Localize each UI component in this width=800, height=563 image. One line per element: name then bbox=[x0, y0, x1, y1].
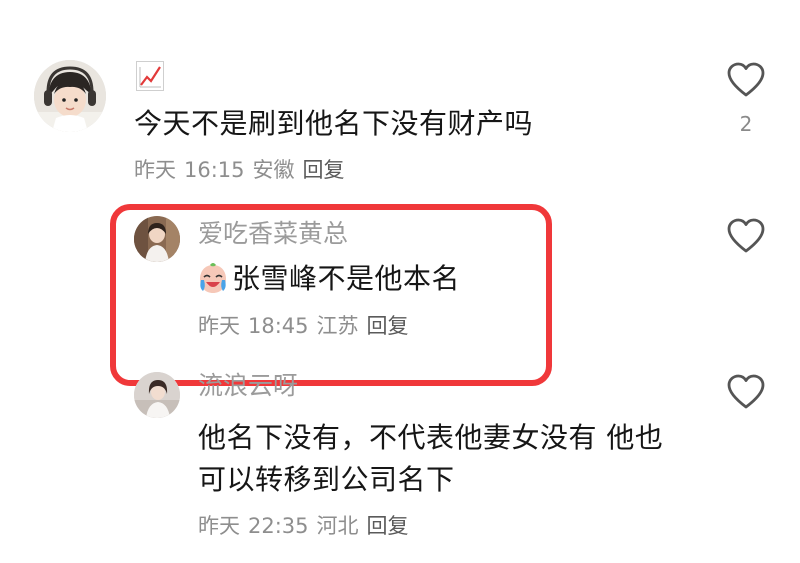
username[interactable]: 流浪云呀 bbox=[198, 370, 298, 402]
comment-meta: 昨天 18:45 江苏 回复 bbox=[198, 312, 417, 340]
reply-button[interactable]: 回复 bbox=[367, 514, 409, 538]
username[interactable]: 爱吃香菜黄总 bbox=[198, 218, 348, 250]
comment-text: 今天不是刷到他名下没有财产吗 bbox=[134, 107, 534, 140]
reply-button[interactable]: 回复 bbox=[303, 158, 345, 182]
comment-date: 昨天 bbox=[134, 158, 176, 182]
crying-laugh-emoji-icon bbox=[196, 262, 230, 296]
comment-date: 昨天 bbox=[198, 514, 240, 538]
comment-time: 22:35 bbox=[248, 514, 309, 538]
like-count: 2 bbox=[739, 112, 753, 136]
like-button[interactable] bbox=[726, 62, 766, 98]
like-button[interactable] bbox=[726, 218, 766, 254]
reply-button[interactable]: 回复 bbox=[367, 314, 409, 338]
avatar[interactable] bbox=[134, 216, 180, 262]
comment-location: 安徽 bbox=[252, 158, 295, 182]
comment-location: 江苏 bbox=[316, 314, 359, 338]
like-button[interactable] bbox=[726, 374, 766, 410]
comment-meta: 昨天 16:15 安徽 回复 bbox=[134, 156, 353, 184]
trend-chart-icon bbox=[136, 61, 164, 91]
comment-text: 他名下没有，不代表他妻女没有 他也 bbox=[198, 421, 664, 454]
comment-location: 河北 bbox=[316, 514, 359, 538]
comment-list: 今天不是刷到他名下没有财产吗 昨天 16:15 安徽 回复 2 爱吃香菜黄总 张… bbox=[0, 0, 800, 563]
heart-outline-icon bbox=[727, 218, 765, 253]
comment-text: 可以转移到公司名下 bbox=[198, 463, 455, 496]
comment-meta: 昨天 22:35 河北 回复 bbox=[198, 512, 417, 540]
comment-time: 16:15 bbox=[184, 158, 245, 182]
comment-text: 张雪峰不是他本名 bbox=[232, 262, 461, 295]
avatar[interactable] bbox=[34, 60, 106, 132]
heart-outline-icon bbox=[727, 62, 765, 97]
avatar[interactable] bbox=[134, 372, 180, 418]
comment-time: 18:45 bbox=[248, 314, 309, 338]
heart-outline-icon bbox=[727, 374, 765, 409]
comment-date: 昨天 bbox=[198, 314, 240, 338]
